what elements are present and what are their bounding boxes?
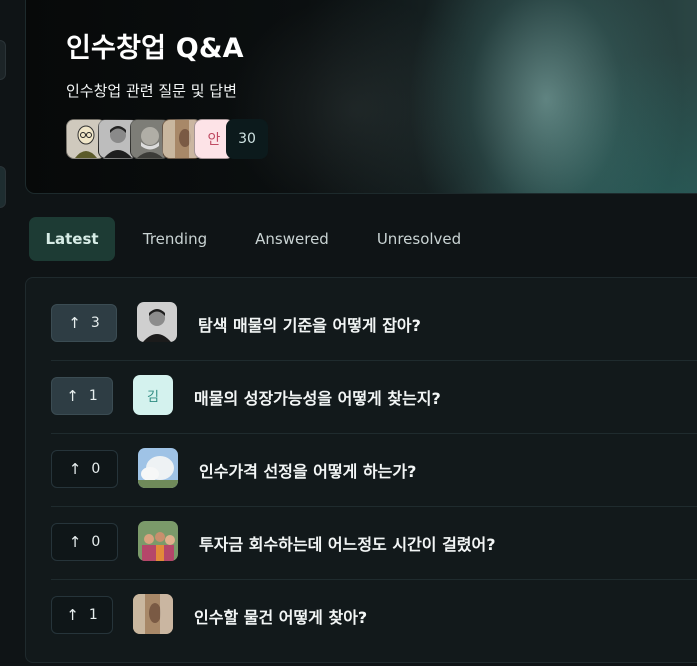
author-avatar[interactable] xyxy=(138,448,178,488)
question-row[interactable]: ↑ 3 탐색 매물의 기준을 어떻게 잡아? xyxy=(51,287,697,361)
question-title[interactable]: 투자금 회수하는데 어느정도 시간이 걸렸어? xyxy=(199,531,496,555)
tab-latest[interactable]: Latest xyxy=(29,217,115,261)
author-avatar[interactable] xyxy=(137,302,177,342)
arrow-up-icon: ↑ xyxy=(66,606,79,624)
question-title[interactable]: 인수할 물건 어떻게 찾아? xyxy=(194,604,367,628)
question-list: ↑ 3 탐색 매물의 기준을 어떻게 잡아? ↑ 1 김 매물의 성장가능성을 … xyxy=(25,277,697,663)
sidebar-item-active[interactable] xyxy=(0,166,6,208)
vote-count: 0 xyxy=(91,461,101,477)
vote-count: 0 xyxy=(91,534,101,550)
question-row[interactable]: ↑ 0 인수가격 선정을 어떻게 하는가? xyxy=(51,433,697,507)
arrow-up-icon: ↑ xyxy=(66,387,79,405)
author-avatar-initial[interactable]: 김 xyxy=(133,375,173,415)
qa-page: 인수창업 Q&A 인수창업 관련 질문 및 답변 안 30 Latest Tre… xyxy=(0,0,697,666)
author-avatar[interactable] xyxy=(138,521,178,561)
author-avatar[interactable] xyxy=(133,594,173,634)
tab-unresolved[interactable]: Unresolved xyxy=(364,217,474,261)
sidebar-item[interactable] xyxy=(0,40,6,80)
question-title[interactable]: 인수가격 선정을 어떻게 하는가? xyxy=(199,458,416,482)
upvote-button[interactable]: ↑ 3 xyxy=(51,304,117,342)
vote-count: 3 xyxy=(90,315,100,331)
arrow-up-icon: ↑ xyxy=(68,533,82,551)
tab-answered[interactable]: Answered xyxy=(242,217,342,261)
upvote-button[interactable]: ↑ 1 xyxy=(51,377,113,415)
upvote-button[interactable]: ↑ 1 xyxy=(51,596,113,634)
page-title: 인수창업 Q&A xyxy=(66,33,244,64)
vote-count: 1 xyxy=(88,607,98,623)
question-row[interactable]: ↑ 1 김 매물의 성장가능성을 어떻게 찾는지? xyxy=(51,360,697,434)
upvote-button[interactable]: ↑ 0 xyxy=(51,450,118,488)
upvote-button[interactable]: ↑ 0 xyxy=(51,523,118,561)
question-title[interactable]: 탐색 매물의 기준을 어떻게 잡아? xyxy=(198,312,421,336)
question-row[interactable]: ↑ 0 투자금 회수하는데 어느정도 시간이 걸렸어? xyxy=(51,506,697,580)
tab-trending[interactable]: Trending xyxy=(129,217,221,261)
member-count[interactable]: 30 xyxy=(226,119,268,159)
vote-count: 1 xyxy=(88,388,98,404)
arrow-up-icon: ↑ xyxy=(68,460,82,478)
page-subtitle: 인수창업 관련 질문 및 답변 xyxy=(66,82,237,100)
question-row[interactable]: ↑ 1 인수할 물건 어떻게 찾아? xyxy=(51,579,697,652)
arrow-up-icon: ↑ xyxy=(68,314,81,332)
question-title[interactable]: 매물의 성장가능성을 어떻게 찾는지? xyxy=(194,385,441,409)
